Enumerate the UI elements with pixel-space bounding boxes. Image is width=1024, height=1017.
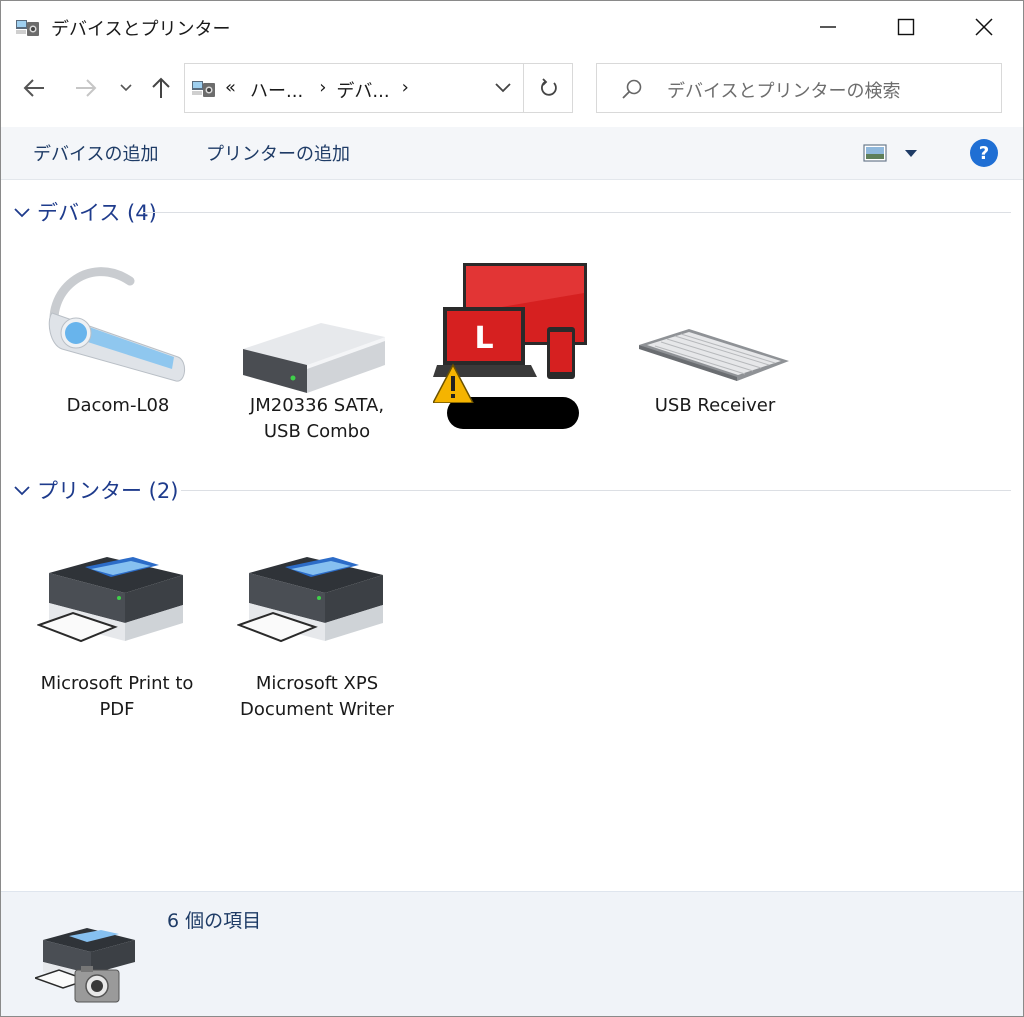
recent-locations-button[interactable]	[111, 71, 141, 105]
up-arrow-icon	[152, 77, 170, 98]
printer-item[interactable]: Microsoft XPS Document Writer	[236, 531, 397, 723]
breadcrumb-item[interactable]: デバ...	[336, 77, 389, 103]
command-bar: デバイスの追加 プリンターの追加 ?	[1, 127, 1023, 180]
breadcrumb-item[interactable]: ハー...	[250, 77, 303, 103]
printer-label: Microsoft Print to PDF	[40, 673, 194, 720]
minimize-icon	[820, 26, 836, 28]
chevron-down-icon	[495, 83, 511, 93]
printer-item[interactable]: Microsoft Print to PDF	[36, 531, 197, 723]
devices-printers-window: デバイスとプリンター « ハー... › デバ... › デバイスとプリンターの…	[0, 0, 1024, 1017]
back-arrow-icon	[23, 79, 44, 97]
group-title: デバイス (4)	[37, 201, 157, 225]
add-printer-button[interactable]: プリンターの追加	[206, 140, 350, 166]
help-icon: ?	[978, 142, 990, 164]
add-device-button[interactable]: デバイスの追加	[33, 140, 158, 166]
devices-printers-icon	[192, 81, 215, 97]
forward-button[interactable]	[69, 71, 103, 105]
group-header-devices[interactable]: デバイス (4)	[11, 197, 1011, 227]
chevron-down-icon	[14, 486, 30, 496]
search-placeholder: デバイスとプリンターの検索	[667, 81, 901, 102]
forward-arrow-icon	[76, 79, 97, 97]
address-dropdown-button[interactable]	[483, 64, 523, 112]
device-label: Dacom-L08	[66, 395, 170, 416]
devices-printers-large-icon	[35, 928, 135, 1003]
back-button[interactable]	[17, 71, 51, 105]
device-label: USB Receiver	[654, 395, 776, 416]
maximize-button[interactable]	[867, 1, 945, 53]
close-icon	[975, 18, 993, 36]
group-divider	[181, 490, 1011, 491]
computer-warning-icon: L	[431, 263, 587, 404]
device-item[interactable]: JM20336 SATA, USB Combo	[237, 253, 397, 445]
details-pane: 6 個の項目	[1, 891, 1023, 1016]
chevron-down-icon	[14, 208, 30, 218]
minimize-button[interactable]	[789, 1, 867, 53]
breadcrumb-overflow[interactable]: «	[225, 77, 236, 103]
change-view-button[interactable]	[863, 141, 933, 165]
devices-printers-icon	[16, 20, 39, 36]
group-title: プリンター (2)	[37, 479, 179, 503]
search-input[interactable]: デバイスとプリンターの検索	[596, 63, 1002, 113]
refresh-icon	[541, 78, 557, 96]
device-item[interactable]: Dacom-L08	[38, 253, 198, 419]
close-button[interactable]	[945, 1, 1023, 53]
device-item[interactable]: USB Receiver	[635, 253, 795, 419]
device-item[interactable]: L	[431, 253, 593, 429]
svg-text:L: L	[474, 321, 493, 356]
keyboard-icon	[639, 329, 789, 381]
maximize-icon	[897, 18, 915, 36]
breadcrumb: « ハー... › デバ... ›	[225, 77, 409, 103]
headset-icon	[48, 267, 185, 382]
title-bar: デバイスとプリンター	[1, 1, 1023, 53]
search-icon	[622, 79, 642, 99]
breadcrumb-separator[interactable]: ›	[319, 77, 326, 103]
printer-label: Microsoft XPS Document Writer	[240, 673, 394, 720]
address-bar[interactable]: « ハー... › デバ... ›	[184, 63, 573, 113]
chevron-down-icon	[120, 84, 132, 92]
drive-icon	[243, 323, 385, 393]
item-count: 6 個の項目	[167, 910, 262, 932]
help-button[interactable]: ?	[970, 139, 998, 167]
printer-icon	[236, 557, 383, 643]
up-button[interactable]	[144, 71, 178, 105]
group-header-printers[interactable]: プリンター (2)	[11, 475, 1011, 505]
refresh-button[interactable]	[523, 64, 574, 112]
view-options-icon	[863, 144, 917, 162]
device-label: JM20336 SATA, USB Combo	[249, 395, 385, 442]
printer-icon	[36, 557, 183, 643]
window-title: デバイスとプリンター	[51, 19, 231, 40]
group-divider	[143, 212, 1011, 213]
breadcrumb-separator[interactable]: ›	[402, 77, 409, 103]
